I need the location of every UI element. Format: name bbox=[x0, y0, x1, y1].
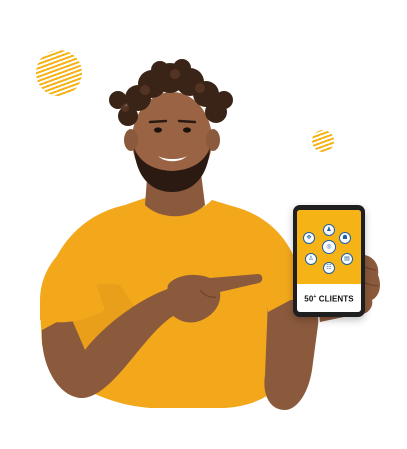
clients-text: CLIENTS bbox=[316, 294, 354, 304]
presentation-icon: ▤ bbox=[341, 253, 353, 265]
arrows-icon: ✥ bbox=[303, 232, 315, 244]
group-icon: ♙ bbox=[305, 253, 317, 265]
tablet-screen: ◎ ♟ ☗ ▤ ☷ ♙ ✥ 50+ CLIENTS bbox=[297, 210, 361, 312]
tablet-device: ◎ ♟ ☗ ▤ ☷ ♙ ✥ 50+ CLIENTS bbox=[293, 205, 365, 317]
hero-visual: ◎ ♟ ☗ ▤ ☷ ♙ ✥ 50+ CLIENTS bbox=[0, 0, 407, 449]
center-node-icon: ◎ bbox=[322, 240, 336, 254]
people-icon: ♟ bbox=[323, 224, 335, 236]
meeting-icon: ☷ bbox=[323, 262, 335, 274]
clients-count-label: 50+ CLIENTS bbox=[297, 294, 361, 304]
tablet-graphic-area: ◎ ♟ ☗ ▤ ☷ ♙ ✥ bbox=[297, 210, 361, 284]
team-icon: ☗ bbox=[339, 232, 351, 244]
